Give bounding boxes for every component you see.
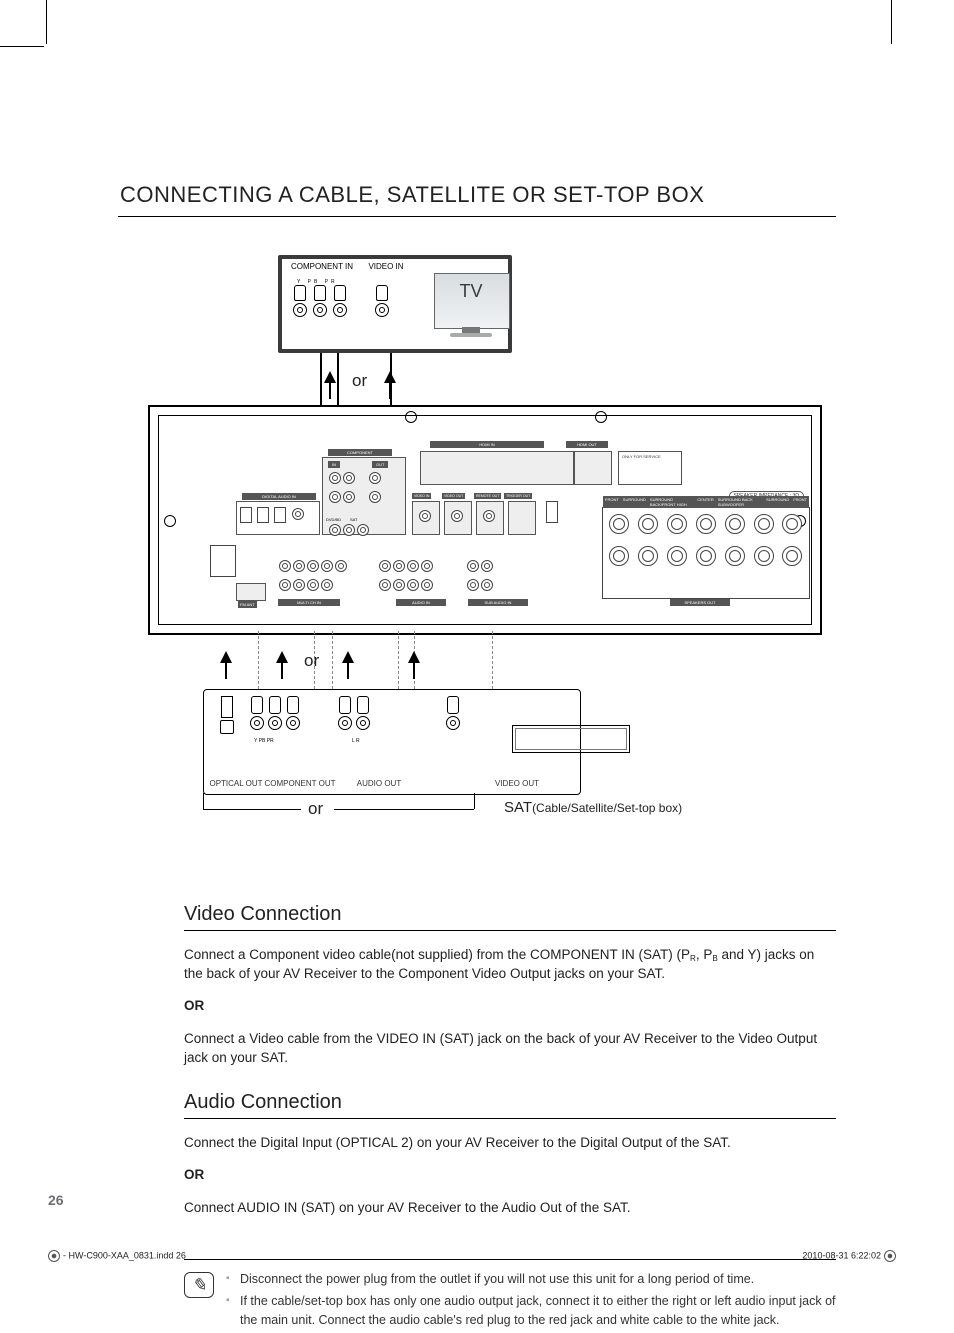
cable-line: [337, 353, 339, 405]
cable-dashed: [398, 631, 399, 689]
trigger-out-label: TRIGGER OUT: [504, 493, 532, 499]
component-in-label: COMPONENT IN: [288, 262, 356, 271]
video-connection-heading: Video Connection: [184, 903, 836, 926]
sat-label: SAT: [350, 517, 357, 522]
speakers-out-panel: FRONT SURROUND SURROUND BACK/FRONT HIGH …: [602, 507, 810, 599]
video-para-2: Connect a Video cable from the VIDEO IN …: [184, 1029, 836, 1067]
digital-audio-in-label: DIGITAL AUDIO IN: [242, 493, 316, 500]
notes-block: ✎ Disconnect the power plug from the out…: [184, 1270, 836, 1332]
sat-ypbpr: Y PB PR: [254, 738, 274, 744]
dvd-bd-label: DVD/BD: [326, 517, 341, 522]
arrow-stem: [225, 661, 227, 679]
video-out-label: VIDEO OUT: [442, 493, 465, 499]
tv-label: TV: [436, 281, 506, 302]
audio-plugs: [338, 696, 370, 730]
arrow-stem: [389, 381, 391, 399]
video-plug: [374, 285, 390, 319]
cable-dashed: [492, 631, 493, 689]
or-label: or: [308, 799, 323, 819]
video-plug: [446, 696, 460, 730]
or-separator: OR: [184, 996, 836, 1015]
arrow-stem: [347, 661, 349, 679]
arrow-stem: [329, 381, 331, 399]
component-out-sub: OUT: [372, 461, 388, 468]
tv-base: [450, 333, 492, 337]
sat-lr: L R: [352, 738, 360, 744]
video-para-1: Connect a Component video cable(not supp…: [184, 945, 836, 983]
or-rule: [203, 809, 301, 810]
note-item: If the cable/set-top box has only one au…: [226, 1292, 836, 1328]
or-label: or: [352, 371, 367, 391]
multich-label: MULTI CH IN: [278, 599, 340, 606]
service-label: ONLY FOR SERVICE: [622, 455, 661, 460]
audio-para-2: Connect AUDIO IN (SAT) on your AV Receiv…: [184, 1198, 836, 1217]
footer-file: - HW-C900-XAA_0831.indd 26: [48, 1250, 186, 1262]
video-in-label: VIDEO IN: [412, 493, 431, 499]
cable-dashed: [258, 631, 259, 689]
component-label: COMPONENT: [328, 449, 392, 456]
hdmi-in-label: HDMI IN: [430, 441, 544, 448]
or-tick: [474, 793, 475, 809]
page-title: CONNECTING A CABLE, SATELLITE OR SET-TOP…: [120, 182, 836, 208]
print-footer: - HW-C900-XAA_0831.indd 26 2010-08-31 6:…: [48, 1250, 896, 1262]
av-receiver-rear-panel: HDMI IN HDMI OUT ONLY FOR SERVICE COMPON…: [148, 405, 822, 635]
note-item: Disconnect the power plug from the outle…: [226, 1270, 836, 1288]
or-separator: OR: [184, 1165, 836, 1184]
or-label: or: [304, 651, 319, 671]
audio-in-label: AUDIO IN: [396, 599, 446, 606]
component-plugs: [292, 285, 348, 319]
subheading-rule: [184, 930, 836, 931]
cable-dashed: [332, 631, 333, 689]
sat-caption: SAT(Cable/Satellite/Set-top box): [504, 799, 682, 816]
component-plugs: [250, 696, 300, 730]
sub-audio-in-label: SUB AUDIO IN: [468, 599, 528, 606]
crop-mark: [0, 46, 44, 47]
arrow-stem: [281, 661, 283, 679]
component-in-sub: IN: [328, 461, 340, 468]
note-icon: ✎: [184, 1272, 214, 1298]
page-number: 26: [48, 1192, 64, 1208]
speakers-out-label: SPEAKERS OUT: [670, 599, 730, 606]
fm-ant-label: FM ANT: [238, 601, 257, 608]
crop-mark: [891, 0, 892, 44]
audio-connection-heading: Audio Connection: [184, 1091, 836, 1114]
crop-mark: [46, 0, 47, 44]
subheading-rule: [184, 1118, 836, 1119]
footer-date: 2010-08-31 6:22:02: [802, 1250, 896, 1262]
connection-diagram: COMPONENT IN VIDEO IN Y PB PR TV: [118, 255, 836, 879]
cable-line: [320, 353, 322, 405]
or-tick: [203, 793, 204, 809]
settop-box-icon: [512, 725, 630, 753]
arrow-stem: [413, 661, 415, 679]
audio-para-1: Connect the Digital Input (OPTICAL 2) on…: [184, 1133, 836, 1152]
optical-plug-icon: [220, 696, 234, 734]
tv-labels: COMPONENT IN VIDEO IN: [282, 262, 508, 271]
title-rule: [118, 216, 836, 217]
hdmi-out-label: HDMI OUT: [566, 441, 608, 448]
or-rule: [334, 809, 474, 810]
remote-out-label: REMOTE OUT: [474, 493, 501, 499]
video-in-label: VIDEO IN: [366, 262, 406, 271]
sat-output-labels: OPTICAL OUT COMPONENT OUT AUDIO OUT VIDE…: [204, 780, 580, 788]
